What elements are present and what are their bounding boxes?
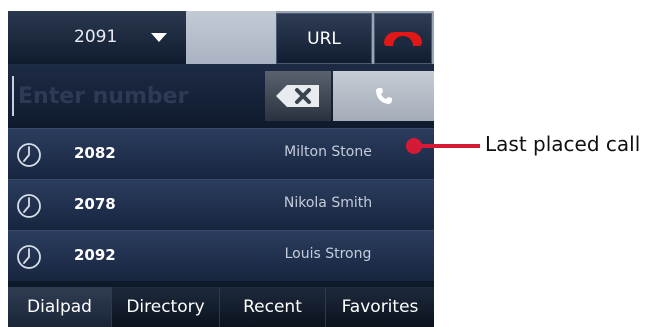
contact-name: Louis Strong (284, 246, 372, 262)
contact-name: Nikola Smith (283, 195, 373, 211)
call-number: 2092 (74, 246, 116, 264)
callout-label: Last placed call (485, 132, 641, 156)
top-bar-spacer (186, 11, 276, 64)
clock-icon (17, 245, 41, 269)
recent-call-row[interactable]: 2082 Milton Stone (8, 128, 434, 179)
callout-line (418, 144, 480, 148)
hang-up-icon (384, 32, 422, 46)
dial-input-row (8, 64, 434, 128)
recent-call-row[interactable]: 2078 Nikola Smith (8, 179, 434, 230)
tab-directory[interactable]: Directory (112, 287, 220, 327)
line-number: 2091 (74, 27, 118, 47)
url-button[interactable]: URL (276, 13, 372, 64)
end-call-button[interactable] (374, 13, 432, 64)
number-input[interactable] (18, 76, 248, 116)
clock-icon (17, 194, 41, 218)
tab-recent[interactable]: Recent (220, 287, 326, 327)
phone-icon (376, 88, 392, 104)
chevron-down-icon (151, 33, 167, 42)
bottom-tab-bar: Dialpad Directory Recent Favorites (8, 287, 434, 327)
contact-name: Milton Stone (284, 144, 372, 160)
call-number: 2078 (74, 195, 116, 213)
backspace-button[interactable] (265, 71, 331, 121)
text-cursor (12, 76, 14, 116)
call-button[interactable] (333, 71, 434, 121)
top-bar: 2091 URL (8, 11, 434, 64)
call-number: 2082 (74, 144, 116, 162)
backspace-icon (276, 85, 319, 107)
line-selector[interactable]: 2091 (8, 11, 186, 64)
tab-favorites[interactable]: Favorites (326, 287, 434, 327)
phone-screen: 2091 URL 2082 Milton Stone (8, 11, 434, 327)
tab-dialpad[interactable]: Dialpad (8, 287, 112, 327)
clock-icon (17, 143, 41, 167)
recent-call-row[interactable]: 2092 Louis Strong (8, 230, 434, 281)
